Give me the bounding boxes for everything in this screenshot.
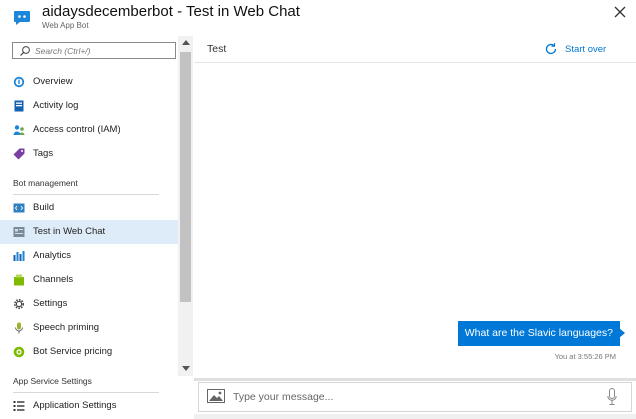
sidebar-item-settings[interactable]: Settings <box>0 292 178 316</box>
message-input[interactable] <box>233 389 593 405</box>
access-control-icon <box>13 125 25 135</box>
analytics-icon <box>13 251 25 261</box>
sidebar-item-label: Activity log <box>33 100 79 111</box>
sidebar-item-label: Speech priming <box>33 322 100 333</box>
sidebar-item-label: Analytics <box>33 250 72 261</box>
page-subtitle: Web App Bot <box>42 21 89 30</box>
sidebar-item-label: Channels <box>33 274 74 285</box>
microphone-icon[interactable] <box>607 388 617 406</box>
sidebar-item-label: Overview <box>33 76 73 87</box>
search-box[interactable] <box>12 42 176 59</box>
sidebar-item-overview[interactable]: Overview <box>0 70 178 94</box>
sidebar-item-bot-service-pricing[interactable]: Bot Service pricing <box>0 340 178 364</box>
scrollbar-thumb[interactable] <box>180 52 191 302</box>
scroll-up-arrow-icon[interactable] <box>182 40 190 45</box>
start-over-label: Start over <box>565 44 607 55</box>
sidebar-item-speech-priming[interactable]: Speech priming <box>0 316 178 340</box>
tag-icon <box>13 148 25 160</box>
sidebar-item-tags[interactable]: Tags <box>0 142 178 166</box>
web-chat-panel: Test Start over What are the Slavic lang… <box>194 36 636 419</box>
blade-header: aidaysdecemberbot - Test in Web Chat Web… <box>0 0 636 34</box>
sidebar-item-analytics[interactable]: Analytics <box>0 244 178 268</box>
sidebar-item-build[interactable]: Build <box>0 196 178 220</box>
refresh-icon <box>545 43 557 55</box>
close-icon[interactable] <box>612 4 628 20</box>
chat-header: Test Start over <box>194 36 636 63</box>
channels-icon <box>14 274 24 286</box>
sidebar-item-channels[interactable]: Channels <box>0 268 178 292</box>
user-message-bubble[interactable]: What are the Slavic languages? <box>457 321 620 346</box>
sidebar-item-activity-log[interactable]: Activity log <box>0 94 178 118</box>
section-divider <box>13 392 159 393</box>
message-timestamp: You at 3:55:26 PM <box>554 352 616 361</box>
application-settings-icon <box>13 401 25 411</box>
speech-priming-icon <box>15 322 23 334</box>
overview-icon <box>13 76 25 88</box>
search-input[interactable] <box>35 44 173 57</box>
sidebar-item-label: Application Settings <box>33 400 117 411</box>
sidebar-item-label: Access control (IAM) <box>33 124 121 135</box>
section-heading-bot-management: Bot management <box>13 178 78 188</box>
sidebar-scrollbar[interactable] <box>178 36 193 376</box>
search-icon <box>20 46 30 56</box>
sidebar-item-access-control[interactable]: Access control (IAM) <box>0 118 178 142</box>
page-title: aidaysdecemberbot - Test in Web Chat <box>42 3 300 20</box>
sidebar-item-label: Tags <box>33 148 54 159</box>
section-heading-app-service-settings: App Service Settings <box>13 376 92 386</box>
sidebar-item-label: Bot Service pricing <box>33 346 113 357</box>
panel-footer <box>194 414 636 419</box>
sidebar-item-application-settings[interactable]: Application Settings <box>0 394 178 418</box>
activity-log-icon <box>14 100 24 112</box>
message-list: What are the Slavic languages? You at 3:… <box>194 64 636 378</box>
sidebar-item-label: Settings <box>33 298 68 309</box>
test-web-chat-icon <box>13 227 25 237</box>
sidebar-item-label: Build <box>33 202 55 213</box>
bot-icon <box>14 11 30 25</box>
sidebar-item-label: Test in Web Chat <box>33 226 106 237</box>
settings-icon <box>14 299 24 309</box>
scroll-down-arrow-icon[interactable] <box>182 366 190 371</box>
bubble-tail <box>619 328 625 338</box>
pricing-icon <box>13 346 25 358</box>
start-over-button[interactable]: Start over <box>544 40 624 58</box>
message-composer <box>198 382 632 412</box>
sidebar-item-test-in-web-chat[interactable]: Test in Web Chat <box>0 220 178 244</box>
chat-title: Test <box>207 43 227 55</box>
image-upload-icon[interactable] <box>207 389 225 403</box>
composer-separator <box>194 378 636 381</box>
build-icon <box>13 203 25 213</box>
sidebar: « Overview Activity log Access control (… <box>0 36 193 419</box>
section-divider <box>13 194 159 195</box>
